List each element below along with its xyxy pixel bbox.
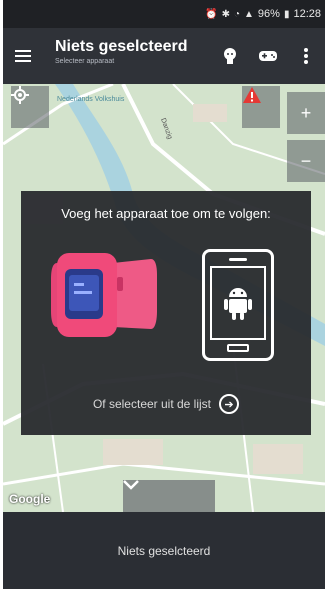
app-bar-titles[interactable]: Niets geselcteerd Selecteer apparaat — [55, 38, 188, 65]
arrow-right-icon: ➔ — [219, 394, 240, 414]
battery-percentage: 96% — [257, 8, 280, 20]
bluetooth-icon: ✱ — [221, 8, 230, 20]
status-bar: ⏰ ✱ ◔ ▲ 96% ▮ 12:28 — [3, 0, 325, 28]
plus-icon: + — [300, 102, 312, 123]
alarm-icon: ⏰ — [205, 8, 218, 20]
select-from-list-button[interactable]: Of selecteer uit de lijst ➔ — [21, 394, 311, 414]
child-icon — [224, 48, 236, 64]
phone-screen-frame — [210, 266, 266, 340]
page-title: Niets geselcteerd — [55, 38, 188, 55]
zoom-out-button[interactable]: − — [287, 140, 325, 182]
hamburger-icon — [15, 55, 31, 57]
add-phone-option[interactable] — [202, 249, 274, 361]
wifi-icon: ◔ — [233, 8, 241, 20]
chevron-down-icon — [123, 480, 139, 490]
app-bar: Niets geselcteerd Selecteer apparaat — [3, 28, 325, 84]
map-label-volkshuis: Nederlands Volkshuis — [57, 96, 125, 103]
app-bar-actions — [215, 28, 321, 84]
bottom-panel-label: Niets geselcteerd — [117, 543, 211, 558]
warning-icon — [243, 87, 261, 103]
gamepad-button[interactable] — [253, 41, 283, 71]
minus-icon: − — [300, 150, 312, 171]
phone-speaker — [229, 258, 247, 261]
page-subtitle: Selecteer apparaat — [55, 58, 115, 65]
dialog-title: Voeg het apparaat toe om te volgen: — [61, 206, 271, 221]
select-from-list-label: Of selecteer uit de lijst — [92, 397, 212, 411]
more-button[interactable] — [291, 41, 321, 71]
battery-icon: ▮ — [283, 8, 290, 20]
locate-button[interactable] — [11, 86, 49, 128]
signal-icon: ▲ — [244, 8, 254, 20]
child-button[interactable] — [215, 41, 245, 71]
bottom-panel[interactable]: Niets geselcteerd — [3, 512, 325, 589]
google-logo: Google — [9, 492, 51, 506]
phone-screen: ⏰ ✱ ◔ ▲ 96% ▮ 12:28 Niets geselcteerd Se… — [3, 0, 325, 589]
alert-button[interactable] — [242, 86, 280, 128]
phone-home-button — [227, 344, 249, 352]
crosshair-icon — [11, 86, 29, 104]
gamepad-icon — [259, 51, 277, 61]
add-device-dialog: Voeg het apparaat toe om te volgen: Of s… — [21, 191, 311, 435]
zoom-in-button[interactable]: + — [287, 92, 325, 134]
more-vertical-icon — [304, 48, 308, 64]
expand-panel-button[interactable] — [123, 480, 215, 512]
smartwatch-icon — [51, 253, 157, 337]
clock: 12:28 — [293, 8, 321, 20]
android-icon — [224, 288, 252, 320]
menu-button[interactable] — [3, 28, 43, 84]
add-watch-option[interactable] — [51, 249, 159, 341]
